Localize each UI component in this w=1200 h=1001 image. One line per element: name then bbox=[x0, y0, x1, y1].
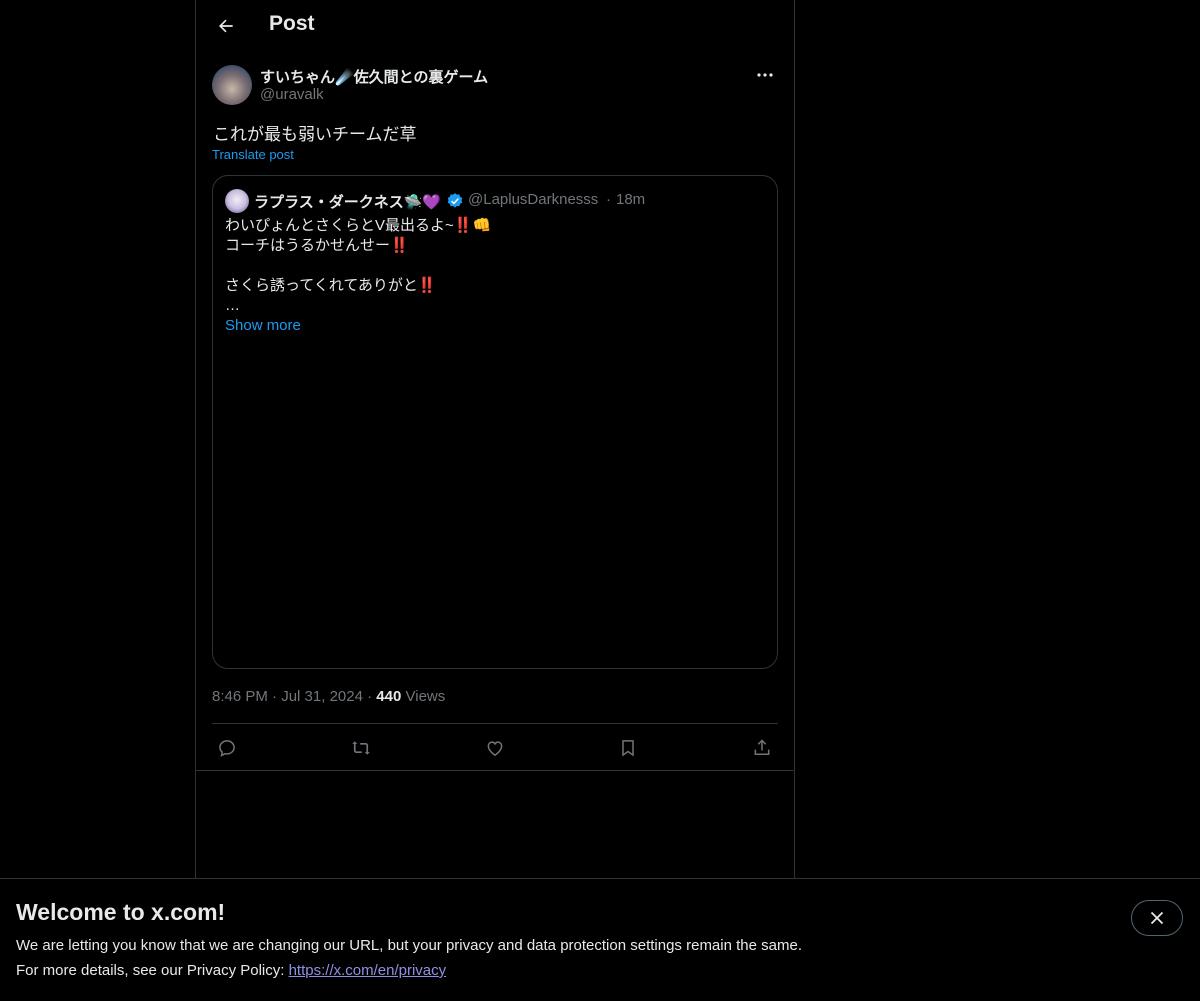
arrow-left-icon bbox=[216, 16, 236, 36]
reply-icon bbox=[217, 738, 237, 758]
reply-button[interactable] bbox=[212, 733, 242, 763]
verified-badge-icon bbox=[446, 192, 464, 210]
banner-title: Welcome to x.com! bbox=[16, 899, 226, 925]
post-actions bbox=[212, 733, 778, 763]
repost-icon bbox=[350, 738, 372, 758]
page-title: Post bbox=[269, 12, 315, 35]
close-icon bbox=[1150, 911, 1164, 925]
quoted-author-name: ラプラス・ダークネス🛸💜 bbox=[254, 194, 442, 211]
views-label: Views bbox=[405, 688, 446, 705]
divider bbox=[196, 770, 794, 771]
quoted-post[interactable]: ラプラス・ダークネス🛸💜 @LaplusDarknesss · 18m わいぴょ… bbox=[212, 175, 778, 669]
welcome-banner: Welcome to x.com! We are letting you kno… bbox=[0, 878, 1200, 1001]
quoted-avatar bbox=[225, 189, 249, 213]
quoted-text-line bbox=[225, 256, 765, 276]
quoted-handle: @LaplusDarknesss bbox=[468, 191, 599, 208]
author-display-name[interactable]: すいちゃん☄️佐久間との裏ゲーム bbox=[260, 66, 488, 87]
more-dots-icon bbox=[757, 73, 773, 77]
post-date[interactable]: Jul 31, 2024 bbox=[281, 688, 363, 705]
bookmark-icon bbox=[618, 738, 638, 758]
quoted-text-line: わいぴょんとさくらとV最出るよ~‼️👊 bbox=[225, 217, 492, 234]
quoted-separator: · bbox=[606, 191, 611, 208]
divider bbox=[212, 723, 778, 724]
show-more-link[interactable]: Show more bbox=[225, 317, 301, 334]
page-header: Post bbox=[196, 0, 794, 54]
quoted-text: わいぴょんとさくらとV最出るよ~‼️👊 コーチはうるかせんせー‼️ さくら誘って… bbox=[225, 216, 765, 316]
banner-message: We are letting you know that we are chan… bbox=[16, 937, 802, 954]
back-button[interactable] bbox=[208, 8, 244, 44]
like-icon bbox=[485, 738, 505, 758]
primary-column: Post すいちゃん☄️佐久間との裏ゲーム @uravalk これが最も弱いチー… bbox=[195, 0, 795, 1000]
translate-post-link[interactable]: Translate post bbox=[212, 147, 294, 162]
share-button[interactable] bbox=[747, 733, 777, 763]
author-handle[interactable]: @uravalk bbox=[260, 86, 324, 103]
avatar[interactable] bbox=[212, 65, 252, 105]
meta-separator: · bbox=[367, 688, 373, 705]
post-time[interactable]: 8:46 PM bbox=[212, 688, 268, 705]
like-button[interactable] bbox=[480, 733, 510, 763]
quoted-text-line: コーチはうるかせんせー‼️ bbox=[225, 237, 409, 254]
views-count: 440 bbox=[376, 688, 402, 705]
privacy-policy-link[interactable]: https://x.com/en/privacy bbox=[289, 962, 447, 979]
banner-privacy-line: For more details, see our Privacy Policy… bbox=[16, 962, 446, 979]
bookmark-button[interactable] bbox=[613, 733, 643, 763]
quoted-text-line: さくら誘ってくれてありがと‼️ bbox=[225, 277, 437, 294]
banner-privacy-prefix: For more details, see our Privacy Policy… bbox=[16, 962, 289, 979]
post-author: すいちゃん☄️佐久間との裏ゲーム @uravalk bbox=[212, 65, 778, 107]
quoted-timestamp: 18m bbox=[616, 191, 646, 208]
post-text: これが最も弱いチームだ草 bbox=[213, 125, 417, 144]
post-metadata: 8:46 PM · Jul 31, 2024 · 440 Views bbox=[212, 688, 445, 705]
repost-button[interactable] bbox=[346, 733, 376, 763]
quoted-text-line: … bbox=[225, 297, 240, 314]
share-icon bbox=[752, 738, 772, 758]
more-options-button[interactable] bbox=[752, 64, 778, 86]
close-banner-button[interactable] bbox=[1131, 900, 1183, 936]
meta-separator: · bbox=[272, 688, 278, 705]
